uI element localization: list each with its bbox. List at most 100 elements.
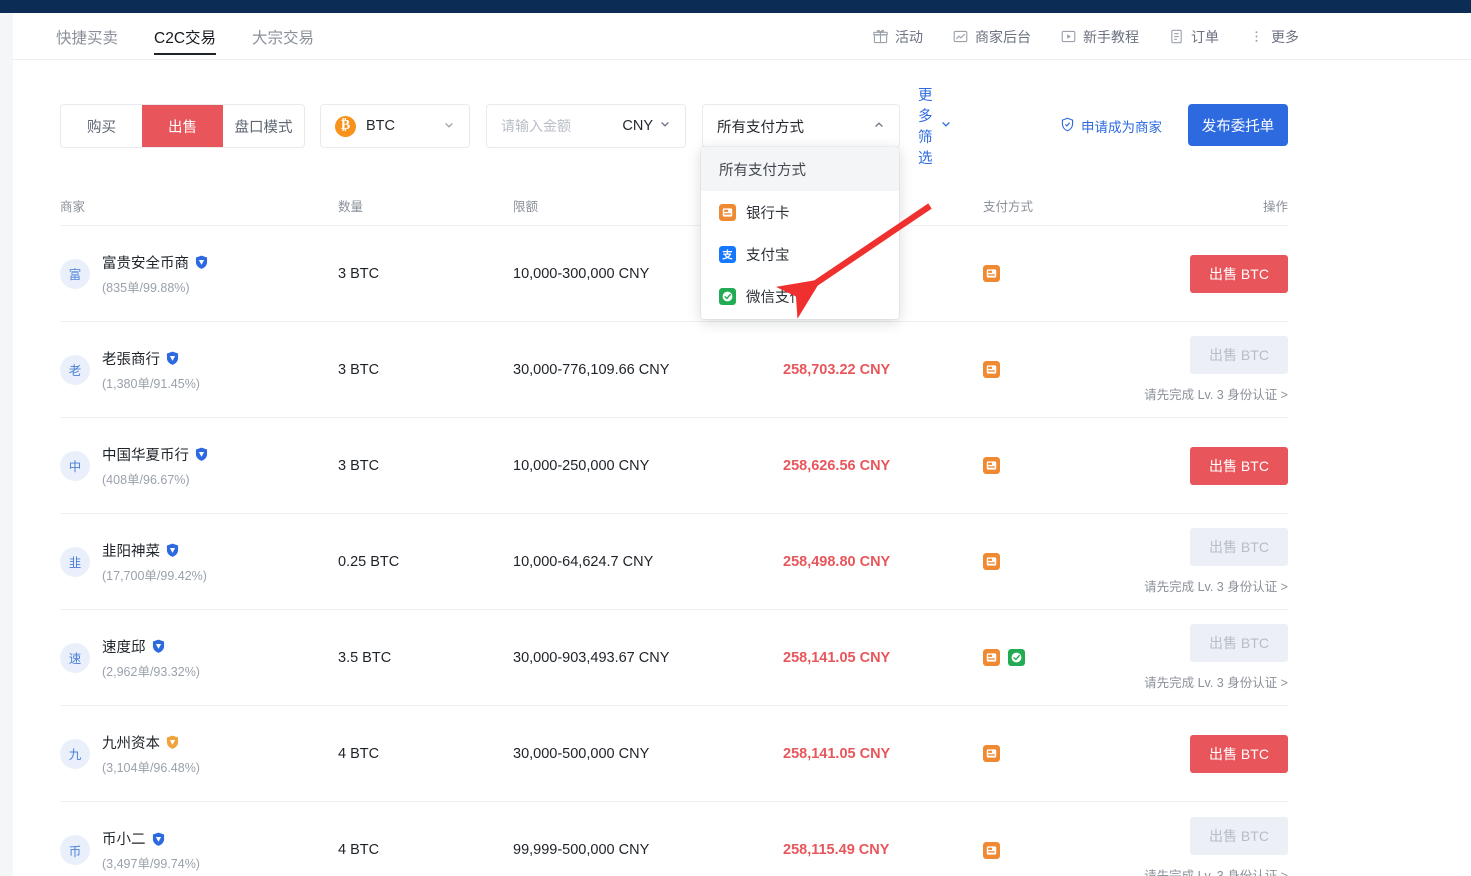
merchant-cell[interactable]: 币币小二(3,497单/99.74%) [60,828,338,872]
column-header-quantity: 数量 [338,196,513,215]
kyc-requirement-link[interactable]: 请先完成 Lv. 3 身份认证 > [1144,384,1288,403]
limit-cell: 30,000-500,000 CNY [513,746,783,762]
tab-sell[interactable]: 出售 [142,105,223,147]
verified-blue-badge-icon [195,255,208,269]
merchant-stats: (2,962单/93.32%) [102,661,200,680]
currency-select[interactable]: CNY [622,118,671,134]
bank-card-icon [983,842,1000,859]
header-link-tutorial[interactable]: 新手教程 [1061,27,1139,47]
payment-methods-cell [983,842,1168,859]
avatar: 速 [60,643,90,673]
header-link-tutorial-label: 新手教程 [1083,27,1139,47]
nav-tab-quick-trade[interactable]: 快捷买卖 [56,13,118,60]
avatar: 币 [60,835,90,865]
payment-methods-cell [983,361,1168,378]
dropdown-option-bank-card[interactable]: 银行卡 [701,191,899,233]
payment-methods-cell [983,745,1168,762]
merchant-cell[interactable]: 老老張商行(1,380单/91.45%) [60,348,338,392]
action-cell: 出售 BTC [1168,447,1288,485]
dropdown-option-all[interactable]: 所有支付方式 [701,147,899,191]
main-nav-tabs: 快捷买卖 C2C交易 大宗交易 [56,13,314,60]
bank-card-icon [983,265,1000,282]
merchant-name-label: 老張商行 [102,348,160,369]
coin-select-value: BTC [366,118,395,134]
sell-btc-button[interactable]: 出售 BTC [1190,255,1288,293]
nav-tab-block-trade[interactable]: 大宗交易 [252,13,314,60]
verified-blue-badge-icon [152,639,165,653]
sell-btc-button[interactable]: 出售 BTC [1190,735,1288,773]
payment-method-select-value: 所有支付方式 [717,116,804,137]
wechat-pay-icon [719,288,736,305]
merchant-cell[interactable]: 韭韭阳神菜(17,700单/99.42%) [60,540,338,584]
kyc-requirement-link[interactable]: 请先完成 Lv. 3 身份认证 > [1144,865,1288,876]
wechat-pay-icon [1008,649,1025,666]
merchant-name-label: 币小二 [102,828,146,849]
apply-merchant-link[interactable]: 申请成为商家 [1060,104,1162,148]
avatar: 韭 [60,547,90,577]
merchant-cell[interactable]: 中中国华夏币行(408单/96.67%) [60,444,338,488]
dropdown-option-wechat-pay-label: 微信支付 [746,286,804,307]
merchant-stats: (408单/96.67%) [102,469,208,488]
bank-card-icon [983,457,1000,474]
verified-blue-badge-icon [166,543,179,557]
sell-btc-button[interactable]: 出售 BTC [1190,447,1288,485]
merchant-name-label: 九州资本 [102,732,160,753]
publish-order-button[interactable]: 发布委托单 [1188,104,1288,146]
currency-select-value: CNY [622,118,653,134]
nav-tab-c2c[interactable]: C2C交易 [154,13,216,60]
apply-merchant-label: 申请成为商家 [1081,116,1162,136]
table-row: 富富贵安全币商(835单/99.88%)3 BTC10,000-300,000 … [60,226,1288,322]
merchant-cell[interactable]: 九九州资本(3,104单/96.48%) [60,732,338,776]
header-link-more[interactable]: 更多 [1249,27,1299,47]
kyc-requirement-link[interactable]: 请先完成 Lv. 3 身份认证 > [1144,672,1288,691]
price-cell: 258,498.80 CNY [783,554,983,570]
bank-card-icon [719,204,736,221]
merchant-name-label: 速度邱 [102,636,146,657]
merchant-stats: (835单/99.88%) [102,277,208,296]
header-link-merchant-console-label: 商家后台 [975,27,1031,47]
quantity-cell: 3 BTC [338,266,513,282]
amount-filter[interactable]: CNY [486,104,686,148]
kyc-requirement-link[interactable]: 请先完成 Lv. 3 身份认证 > [1144,576,1288,595]
payment-methods-cell [983,265,1168,282]
tab-buy[interactable]: 购买 [61,105,142,147]
limit-cell: 99,999-500,000 CNY [513,842,783,858]
price-cell: 258,115.49 CNY [783,842,983,858]
column-header-action: 操作 [1168,196,1288,215]
table-row: 中中国华夏币行(408单/96.67%)3 BTC10,000-250,000 … [60,418,1288,514]
limit-cell: 30,000-903,493.67 CNY [513,650,783,666]
limit-cell: 10,000-64,624.7 CNY [513,554,783,570]
bank-card-icon [983,553,1000,570]
header-link-orders[interactable]: 订单 [1169,27,1219,47]
table-body: 富富贵安全币商(835单/99.88%)3 BTC10,000-300,000 … [60,226,1288,876]
merchant-cell[interactable]: 富富贵安全币商(835单/99.88%) [60,252,338,296]
coin-select[interactable]: ₿ BTC [320,104,470,148]
price-cell: 258,703.22 CNY [783,362,983,378]
header-link-activity-label: 活动 [895,27,923,47]
dropdown-option-wechat-pay[interactable]: 微信支付 [701,275,899,317]
amount-input[interactable] [501,118,609,134]
merchant-name-label: 富贵安全币商 [102,252,189,273]
play-icon [1061,29,1076,44]
quantity-cell: 4 BTC [338,842,513,858]
more-filters-button[interactable]: 更多筛选 [918,104,952,148]
merchant-stats: (1,380单/91.45%) [102,373,200,392]
chevron-down-icon [443,119,455,133]
side-segmented-control: 购买 出售 盘口模式 [60,104,305,148]
dropdown-option-alipay[interactable]: 支 支付宝 [701,233,899,275]
action-cell: 出售 BTC请先完成 Lv. 3 身份认证 > [1168,528,1288,595]
dropdown-option-alipay-label: 支付宝 [746,244,790,265]
table-row: 韭韭阳神菜(17,700单/99.42%)0.25 BTC10,000-64,6… [60,514,1288,610]
header-link-merchant-console[interactable]: 商家后台 [953,27,1031,47]
header-link-activity[interactable]: 活动 [873,27,923,47]
dropdown-option-bank-card-label: 银行卡 [746,202,790,223]
limit-cell: 30,000-776,109.66 CNY [513,362,783,378]
chevron-down-icon [940,118,952,134]
alipay-icon: 支 [719,246,736,263]
merchant-cell[interactable]: 速速度邱 (2,962单/93.32%) [60,636,338,680]
tab-orderbook-mode[interactable]: 盘口模式 [223,105,304,147]
gift-icon [873,29,888,44]
payment-method-select[interactable]: 所有支付方式 [702,104,900,148]
site-header: 快捷买卖 C2C交易 大宗交易 活动 [13,13,1471,60]
price-cell: 258,626.56 CNY [783,458,983,474]
